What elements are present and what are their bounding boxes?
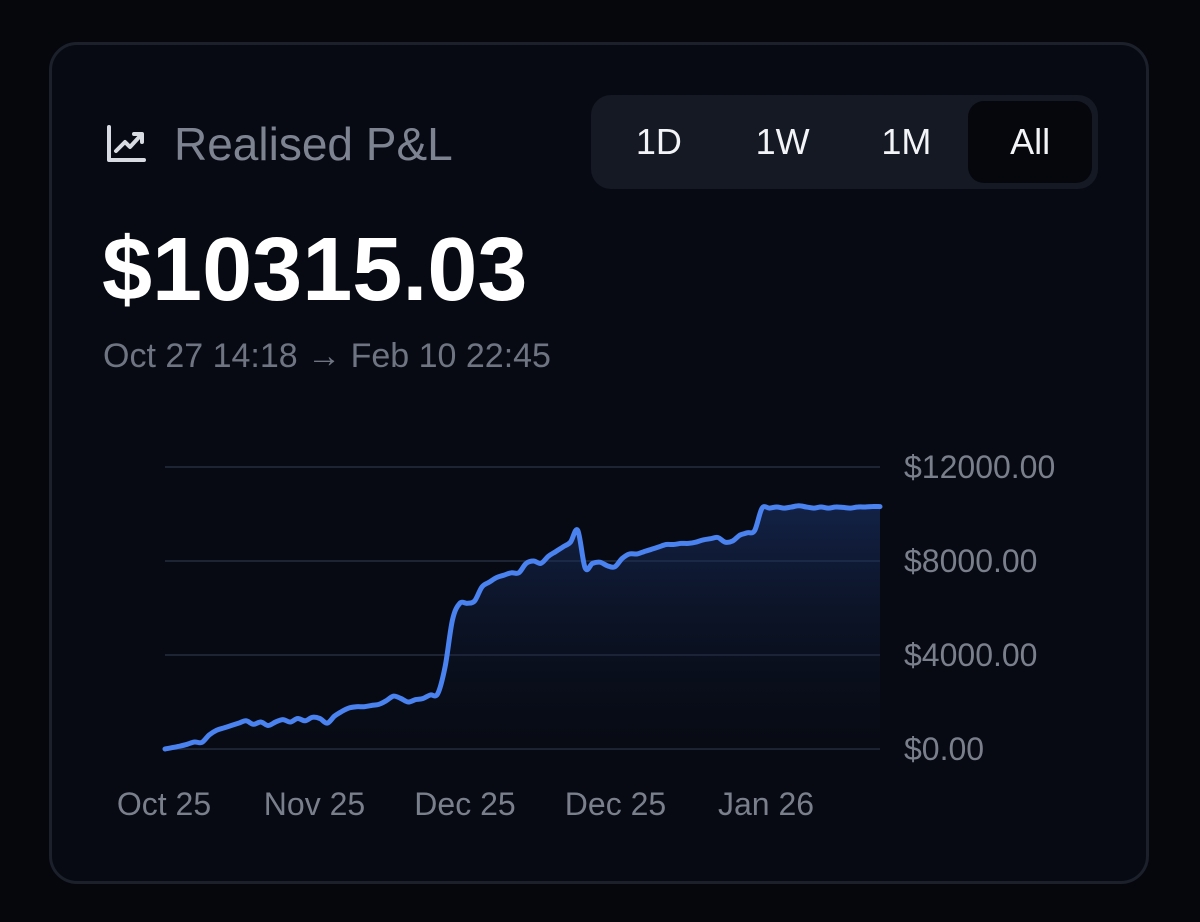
realised-pnl-value: $10315.03 [102,220,528,320]
range-1w-button[interactable]: 1W [721,101,845,183]
trending-up-chart-icon [107,125,146,162]
time-range-selector: 1D 1W 1M All [591,95,1098,189]
range-1m-button[interactable]: 1M [845,101,969,183]
card-title: Realised P&L [174,118,453,170]
range-all-button[interactable]: All [968,101,1092,183]
range-1d-button[interactable]: 1D [597,101,721,183]
period-range-text: Oct 27 14:18 → Feb 10 22:45 [103,337,551,375]
